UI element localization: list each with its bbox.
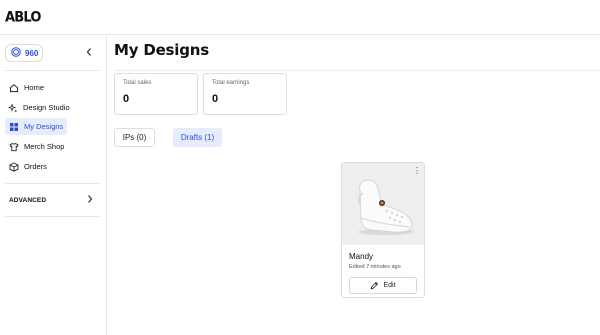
home-icon bbox=[8, 82, 19, 93]
stat-value: 0 bbox=[123, 93, 130, 105]
sidebar-item-orders[interactable]: Orders bbox=[5, 158, 67, 175]
sidebar-item-label: Home bbox=[24, 83, 45, 92]
pencil-icon bbox=[370, 277, 379, 295]
design-name: Mandy bbox=[349, 252, 374, 261]
divider bbox=[5, 216, 100, 217]
stat-label: Total sales bbox=[123, 80, 152, 86]
design-card[interactable]: ⋮ Mandy Edited 7 minutes ago Edit bbox=[341, 162, 425, 298]
divider bbox=[5, 183, 100, 184]
sidebar-item-label: Design Studio bbox=[23, 103, 70, 112]
main-content: My Designs Total sales 0 Total earnings … bbox=[107, 35, 600, 335]
sidebar-item-merch-shop[interactable]: Merch Shop bbox=[5, 138, 67, 155]
credits-badge[interactable]: 960 bbox=[5, 44, 43, 62]
ablo-logo[interactable]: ABLO bbox=[5, 9, 41, 26]
coin-icon bbox=[11, 44, 21, 62]
collapse-sidebar-icon[interactable] bbox=[85, 47, 95, 59]
sidebar-item-label: Orders bbox=[24, 162, 47, 171]
sparkles-icon bbox=[8, 102, 18, 113]
sidebar-item-home[interactable]: Home bbox=[5, 79, 67, 96]
advanced-section-toggle[interactable]: ADVANCED bbox=[9, 192, 94, 208]
credits-count: 960 bbox=[25, 48, 39, 58]
stat-card-total-sales: Total sales 0 bbox=[114, 73, 198, 115]
edit-label: Edit bbox=[383, 282, 396, 289]
edit-button[interactable]: Edit bbox=[349, 277, 417, 294]
grid-icon bbox=[8, 121, 19, 132]
tab-drafts[interactable]: Drafts (1) bbox=[173, 128, 222, 147]
design-edited-time: Edited 7 minutes ago bbox=[349, 264, 401, 270]
advanced-label: ADVANCED bbox=[9, 196, 47, 204]
sidebar: 960 Home Design Studio My Designs Merch … bbox=[0, 35, 107, 335]
stat-card-total-earnings: Total earnings 0 bbox=[203, 73, 287, 115]
clog-shoe-image bbox=[342, 163, 424, 245]
divider bbox=[114, 70, 600, 71]
more-options-icon[interactable]: ⋮ bbox=[413, 167, 421, 175]
sidebar-item-my-designs[interactable]: My Designs bbox=[5, 118, 67, 135]
design-thumbnail[interactable] bbox=[342, 163, 424, 245]
sidebar-item-design-studio[interactable]: Design Studio bbox=[5, 99, 70, 116]
sidebar-item-label: My Designs bbox=[24, 122, 64, 131]
shirt-icon bbox=[8, 141, 19, 152]
tab-ips[interactable]: IPs (0) bbox=[114, 128, 155, 147]
top-bar: ABLO bbox=[0, 0, 600, 35]
chevron-right-icon bbox=[86, 191, 94, 209]
divider bbox=[5, 70, 100, 71]
stat-value: 0 bbox=[212, 93, 219, 105]
stat-label: Total earnings bbox=[212, 80, 250, 86]
box-icon bbox=[8, 161, 19, 172]
sidebar-item-label: Merch Shop bbox=[24, 142, 65, 151]
page-title: My Designs bbox=[114, 41, 209, 59]
